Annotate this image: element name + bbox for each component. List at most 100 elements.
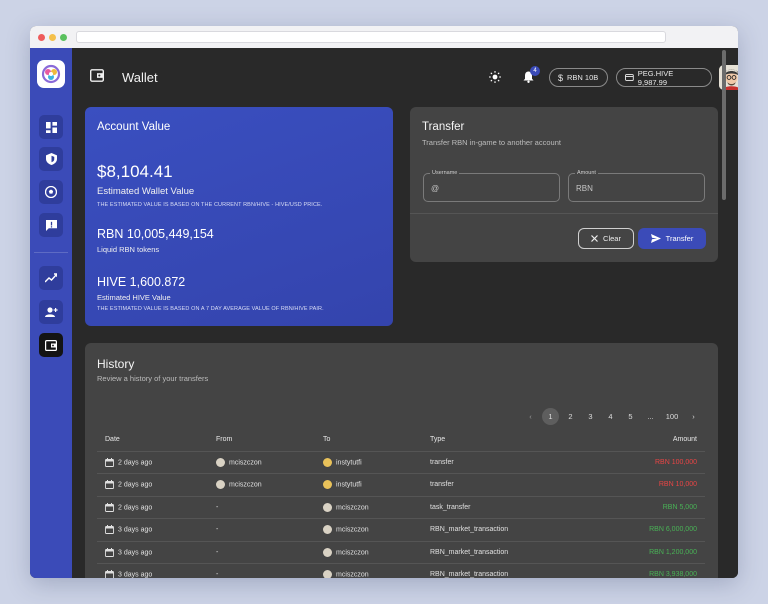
nav-feedback[interactable] — [39, 213, 63, 237]
from-user: - — [216, 503, 219, 511]
to-user[interactable]: mciszczon — [336, 549, 369, 556]
nav-security[interactable] — [39, 147, 63, 171]
address-bar[interactable] — [76, 31, 666, 43]
to-cell: mciszczon — [315, 496, 422, 519]
wallet-icon — [45, 339, 57, 351]
to-user[interactable]: instytutfi — [336, 459, 362, 466]
page-button[interactable]: 100 — [662, 408, 682, 425]
to-cell: mciszczon — [315, 518, 422, 542]
to-user[interactable]: instytutfi — [336, 482, 362, 489]
from-user: - — [216, 571, 219, 578]
page-button[interactable]: 4 — [602, 408, 619, 425]
date-cell: 3 days ago — [97, 518, 208, 542]
date-text: 2 days ago — [118, 459, 153, 467]
rbn-balance-chip[interactable]: $ RBN 10B — [549, 68, 608, 87]
to-user[interactable]: mciszczon — [336, 504, 369, 511]
calendar-icon — [105, 457, 114, 467]
history-table: Date From To Type Amount 2 days ago mcisz… — [97, 429, 705, 578]
username-field[interactable]: Username @ — [423, 170, 560, 202]
from-user: - — [216, 548, 219, 556]
date-cell: 2 days ago — [97, 451, 208, 474]
card-icon — [625, 74, 634, 81]
history-table-body: 2 days ago mciszczon instytutfi transfer RBN… — [97, 451, 705, 578]
next-page-button[interactable]: › — [685, 408, 702, 425]
amount-cell: RBN 10,000 — [562, 473, 705, 497]
transfer-divider — [410, 213, 718, 214]
history-subtitle: Review a history of your transfers — [97, 374, 209, 383]
rbn-balance-label: Liquid RBN tokens — [97, 245, 160, 254]
hive-balance-note: THE ESTIMATED VALUE IS BASED ON A 7 DAY … — [97, 306, 324, 312]
page-button[interactable]: 1 — [542, 408, 559, 425]
to-user[interactable]: mciszczon — [336, 572, 369, 578]
from-user[interactable]: mciszczon — [229, 482, 262, 489]
date-text: 2 days ago — [118, 481, 153, 489]
column-header-amount: Amount — [562, 429, 705, 452]
maximize-window-dot[interactable] — [60, 33, 67, 41]
calendar-icon — [105, 525, 114, 535]
nav-wallet[interactable] — [39, 333, 63, 357]
date-cell: 2 days ago — [97, 496, 208, 519]
from-cell: mciszczon — [208, 473, 315, 497]
transfer-title: Transfer — [422, 121, 465, 133]
peg-balance-chip[interactable]: PEG.HIVE 9,987.99 — [616, 68, 712, 87]
nav-dashboard[interactable] — [39, 115, 63, 139]
wallet-total-note: THE ESTIMATED VALUE IS BASED ON THE CURR… — [97, 202, 323, 208]
transfer-card: Transfer Transfer RBN in-game to another… — [410, 107, 718, 262]
table-row[interactable]: 3 days ago - mciszczon RBN_market_transacti… — [97, 541, 705, 564]
to-user[interactable]: mciszczon — [336, 527, 369, 534]
pagination: ‹ 1 2 3 4 5 ... 100 › — [522, 408, 702, 425]
page-button[interactable]: 2 — [562, 408, 579, 425]
sidebar — [30, 48, 72, 578]
table-row[interactable]: 2 days ago mciszczon instytutfi transfer RBN… — [97, 473, 705, 497]
table-row[interactable]: 2 days ago - mciszczon task_transfer RBN 5,0… — [97, 496, 705, 519]
table-row[interactable]: 3 days ago - mciszczon RBN_market_transacti… — [97, 518, 705, 542]
hive-balance-value: HIVE 1,600.872 — [97, 275, 186, 289]
calendar-icon — [105, 480, 114, 490]
minimize-window-dot[interactable] — [49, 33, 56, 41]
prev-page-button[interactable]: ‹ — [522, 408, 539, 425]
calendar-icon — [105, 502, 114, 512]
wallet-total-value: $8,104.41 — [97, 162, 173, 181]
browser-window: Wallet 4 $ RBN 10B PEG.HIVE 9,987.99 Acc… — [30, 26, 738, 578]
theme-toggle-icon[interactable] — [489, 71, 501, 83]
page-scrollbar[interactable] — [721, 48, 727, 578]
transfer-button[interactable]: Transfer — [638, 228, 706, 249]
page-button[interactable]: 5 — [622, 408, 639, 425]
type-cell: transfer — [422, 451, 562, 474]
clear-button[interactable]: Clear — [578, 228, 634, 249]
scrollbar-thumb[interactable] — [722, 50, 726, 200]
send-icon — [650, 234, 661, 243]
nav-divider — [34, 252, 68, 253]
account-value-title: Account Value — [97, 121, 171, 133]
app-logo[interactable] — [37, 60, 65, 88]
date-text: 3 days ago — [118, 571, 153, 578]
ball-icon — [45, 186, 57, 198]
page-button[interactable]: 3 — [582, 408, 599, 425]
calendar-icon — [105, 547, 114, 557]
column-header-to: To — [315, 429, 422, 452]
table-row[interactable]: 2 days ago mciszczon instytutfi transfer RBN… — [97, 451, 705, 474]
amount-cell: RBN 3,938,000 — [562, 563, 705, 578]
dollar-icon: $ — [558, 72, 564, 83]
user-avatar-icon — [323, 480, 332, 490]
amount-field[interactable]: Amount RBN — [568, 170, 705, 202]
type-cell: RBN_market_transaction — [422, 563, 562, 578]
user-avatar-icon — [323, 502, 332, 512]
close-window-dot[interactable] — [38, 33, 45, 41]
type-cell: transfer — [422, 473, 562, 497]
nav-market[interactable] — [39, 266, 63, 290]
nav-users[interactable] — [39, 300, 63, 324]
table-row[interactable]: 3 days ago - mciszczon RBN_market_transacti… — [97, 563, 705, 578]
rbn-balance-value: RBN 10,005,449,154 — [97, 227, 214, 241]
from-cell: - — [208, 496, 315, 519]
feedback-icon — [45, 219, 57, 231]
nav-game[interactable] — [39, 180, 63, 204]
date-text: 2 days ago — [118, 504, 153, 512]
to-cell: mciszczon — [315, 541, 422, 564]
rbn-balance-value: RBN 10B — [567, 73, 599, 82]
main-content: Wallet 4 $ RBN 10B PEG.HIVE 9,987.99 Acc… — [72, 48, 738, 578]
amount-field-label: Amount — [575, 170, 598, 176]
date-cell: 3 days ago — [97, 563, 208, 578]
from-user: - — [216, 526, 219, 534]
from-user[interactable]: mciszczon — [229, 459, 262, 466]
